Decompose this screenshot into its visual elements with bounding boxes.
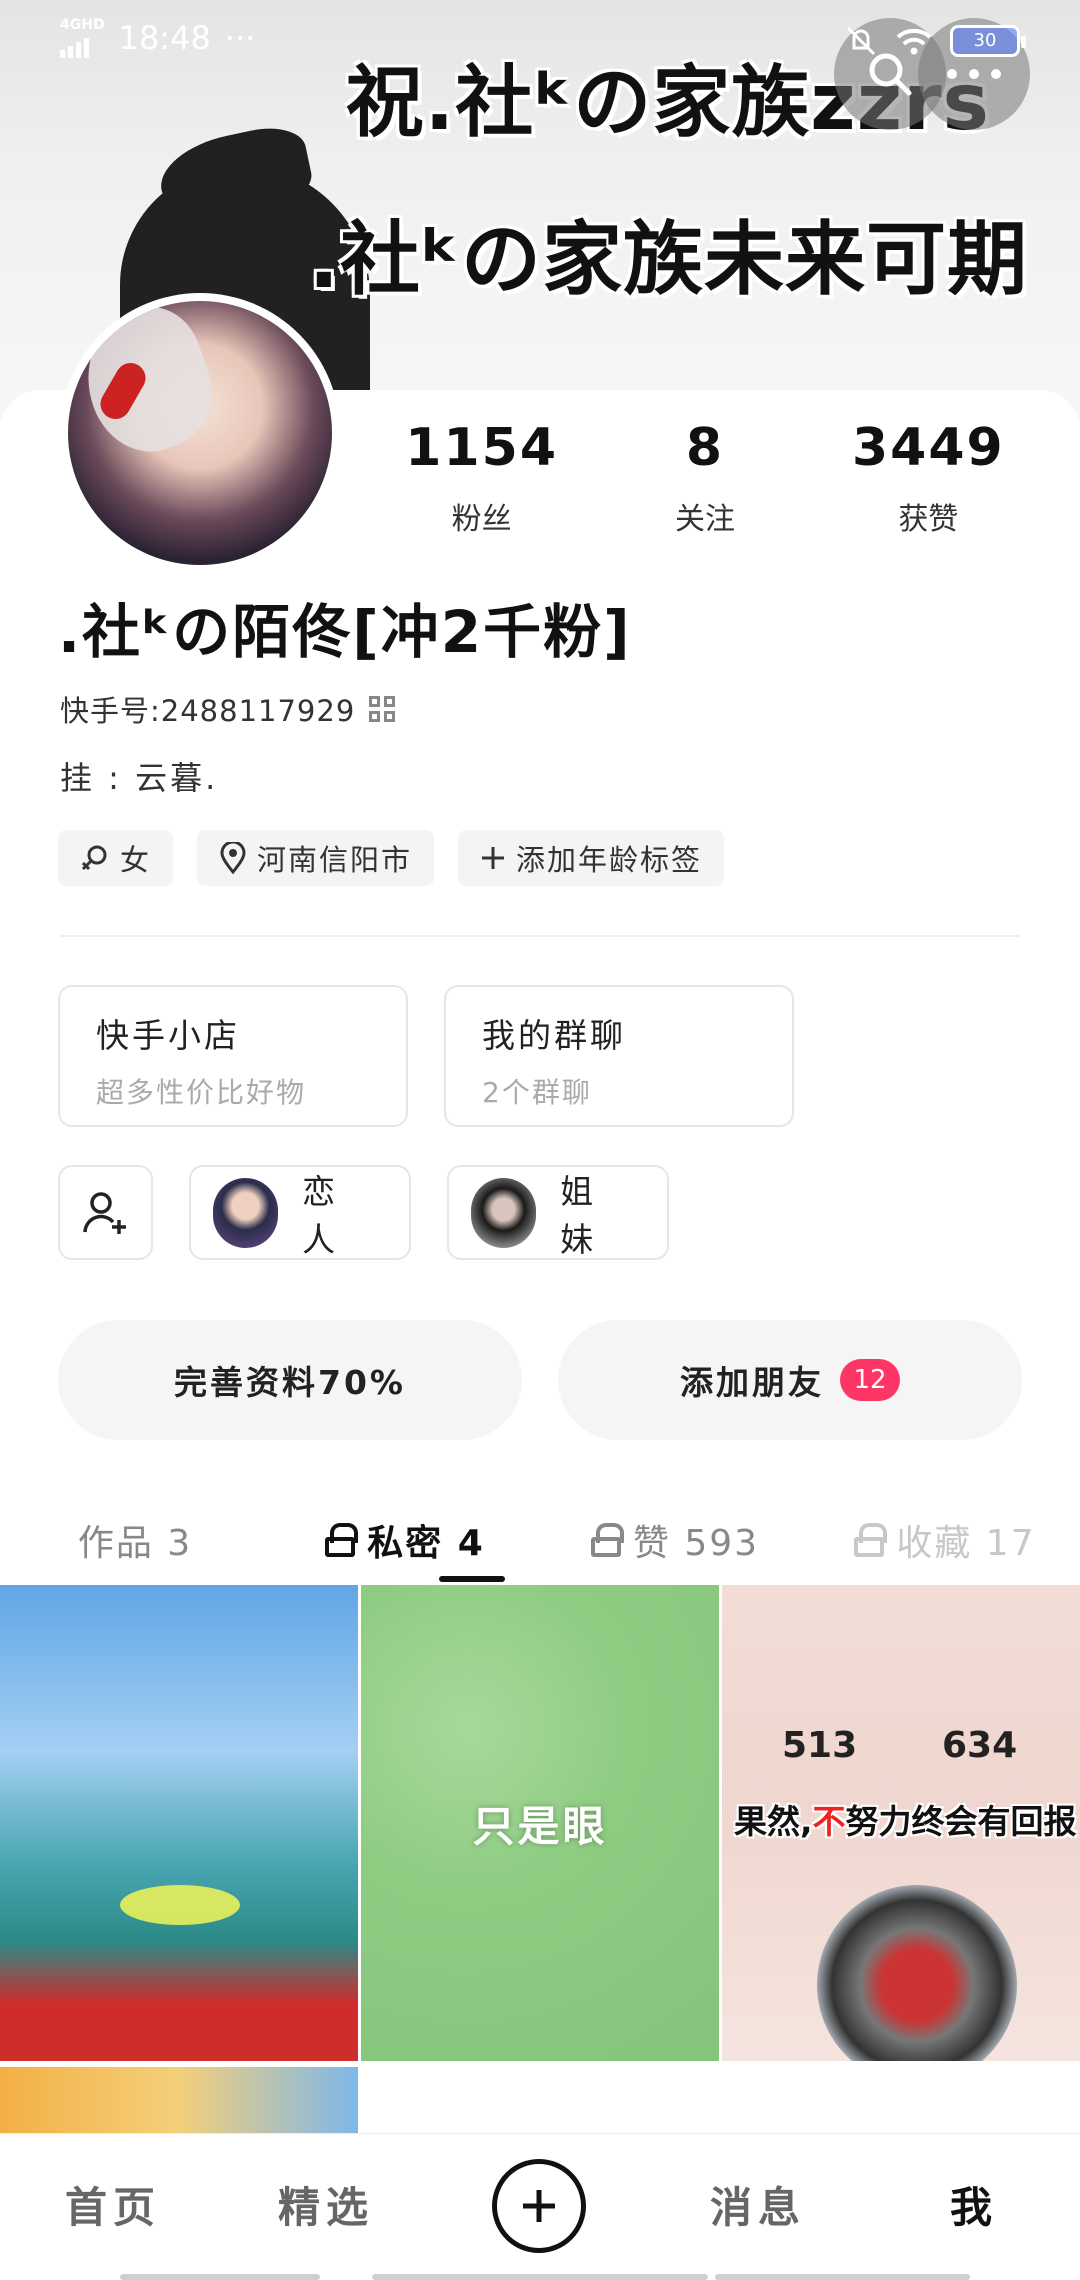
more-icon	[947, 69, 1001, 79]
stat-following[interactable]: 8 关注	[593, 418, 816, 538]
tab-label: 赞 593	[632, 1523, 760, 1564]
stat-followers[interactable]: 1154 粉丝	[370, 418, 593, 538]
kuaishou-id-row[interactable]: 快手号:2488117929	[60, 688, 396, 730]
card-title: 快手小店	[96, 1016, 240, 1055]
relations-row: 恋人 姐妹	[58, 1165, 669, 1260]
tab-private[interactable]: 私密 4	[270, 1490, 540, 1590]
tab-label: 作品 3	[77, 1523, 193, 1564]
button-label: 添加朋友	[680, 1363, 824, 1402]
plus-icon	[523, 2190, 555, 2222]
card-subtitle: 超多性价比好物	[96, 1076, 307, 1109]
wifi-icon	[896, 28, 932, 55]
stat-label: 粉丝	[451, 502, 512, 537]
video-thumbnail[interactable]	[0, 1585, 358, 2061]
profile-stats: 1154 粉丝 8 关注 3449 获赞	[370, 418, 1040, 538]
avatar[interactable]	[60, 293, 340, 573]
tab-works[interactable]: 作品 3	[0, 1490, 270, 1590]
kuaishou-shop-card[interactable]: 快手小店 超多性价比好物	[58, 985, 408, 1127]
tab-label: 私密 4	[367, 1523, 485, 1564]
nav-me[interactable]: 我	[950, 2174, 998, 2235]
tag-add-age[interactable]: 添加年龄标签	[458, 830, 725, 886]
relation-label: 姐妹	[560, 1171, 598, 1259]
video-thumbnail[interactable]: 513 634 果然,不努力终会有回报	[722, 1585, 1080, 2061]
banner-text-2: .社ᵏの家族未来可期	[308, 213, 1028, 306]
lock-icon	[854, 1523, 888, 1557]
badge-image	[817, 1885, 1017, 2061]
qr-code-icon[interactable]	[369, 696, 396, 722]
button-label: 完善资料70%	[174, 1363, 406, 1402]
tag-label: 河南信阳市	[257, 843, 413, 877]
thumbnail-stat: 634	[942, 1725, 1018, 1766]
nav-messages[interactable]: 消息	[710, 2174, 806, 2235]
add-user-icon	[82, 1191, 126, 1234]
stat-number: 3449	[851, 418, 1005, 478]
location-icon	[220, 842, 246, 874]
thumbnail-caption: 果然,不努力终会有回报	[734, 1802, 1077, 1841]
stat-likes[interactable]: 3449 获赞	[817, 418, 1040, 538]
avatar-image	[68, 301, 332, 565]
tag-gender[interactable]: 女	[58, 830, 174, 886]
signal-icon	[60, 34, 105, 58]
create-button[interactable]	[492, 2159, 586, 2253]
stat-label: 关注	[674, 502, 735, 537]
battery-icon: 30	[950, 25, 1026, 57]
network-type: 4GHD	[60, 17, 105, 33]
profile-tags: 女 河南信阳市 添加年龄标签	[58, 830, 725, 886]
nav-home[interactable]: 首页	[65, 2174, 161, 2235]
add-relation-button[interactable]	[58, 1165, 153, 1260]
card-title: 我的群聊	[482, 1016, 626, 1055]
action-buttons: 完善资料70% 添加朋友 12	[58, 1320, 1022, 1440]
relation-label: 恋人	[302, 1171, 340, 1259]
profile-name[interactable]: .社ᵏの陌佟[冲2千粉]	[58, 585, 632, 669]
status-time: 18:48	[118, 19, 211, 57]
complete-profile-button[interactable]: 完善资料70%	[58, 1320, 522, 1440]
shop-row: 快手小店 超多性价比好物 我的群聊 2个群聊	[58, 985, 794, 1127]
content-tabs: 作品 3 私密 4 赞 593 收藏 17	[0, 1490, 1080, 1590]
thumbnail-stat: 513	[782, 1725, 858, 1766]
tab-label: 收藏 17	[896, 1523, 1036, 1564]
status-dots: ···	[224, 19, 256, 57]
tab-favorites[interactable]: 收藏 17	[810, 1490, 1080, 1590]
tag-label: 女	[120, 843, 152, 877]
lock-icon	[590, 1523, 624, 1557]
thumbnail-caption: 只是眼	[472, 1801, 608, 1851]
profile-bio[interactable]: 挂 : 云暮.	[60, 753, 218, 799]
relation-sister[interactable]: 姐妹	[447, 1165, 669, 1260]
tab-likes[interactable]: 赞 593	[540, 1490, 810, 1590]
video-thumbnail[interactable]: 只是眼	[361, 1585, 719, 2061]
stat-label: 获赞	[898, 502, 959, 537]
mute-icon	[846, 26, 876, 56]
avatar	[213, 1177, 279, 1248]
stat-number: 8	[685, 418, 725, 478]
add-friend-button[interactable]: 添加朋友 12	[558, 1320, 1022, 1440]
group-chat-card[interactable]: 我的群聊 2个群聊	[444, 985, 794, 1127]
stat-number: 1154	[405, 418, 559, 478]
plus-icon	[482, 847, 505, 869]
tag-location[interactable]: 河南信阳市	[197, 830, 435, 886]
avatar	[471, 1177, 537, 1248]
nav-featured[interactable]: 精选	[278, 2174, 374, 2235]
notification-badge: 12	[840, 1359, 900, 1401]
divider	[60, 935, 1020, 937]
bottom-nav: 首页 精选 消息 我	[0, 2133, 1080, 2280]
kuaishou-id: 快手号:2488117929	[60, 694, 356, 728]
female-icon	[81, 845, 107, 871]
gesture-bars	[0, 2272, 1080, 2280]
lock-icon	[325, 1523, 359, 1557]
card-subtitle: 2个群聊	[482, 1076, 592, 1109]
tag-label: 添加年龄标签	[516, 843, 703, 877]
relation-lover[interactable]: 恋人	[189, 1165, 411, 1260]
